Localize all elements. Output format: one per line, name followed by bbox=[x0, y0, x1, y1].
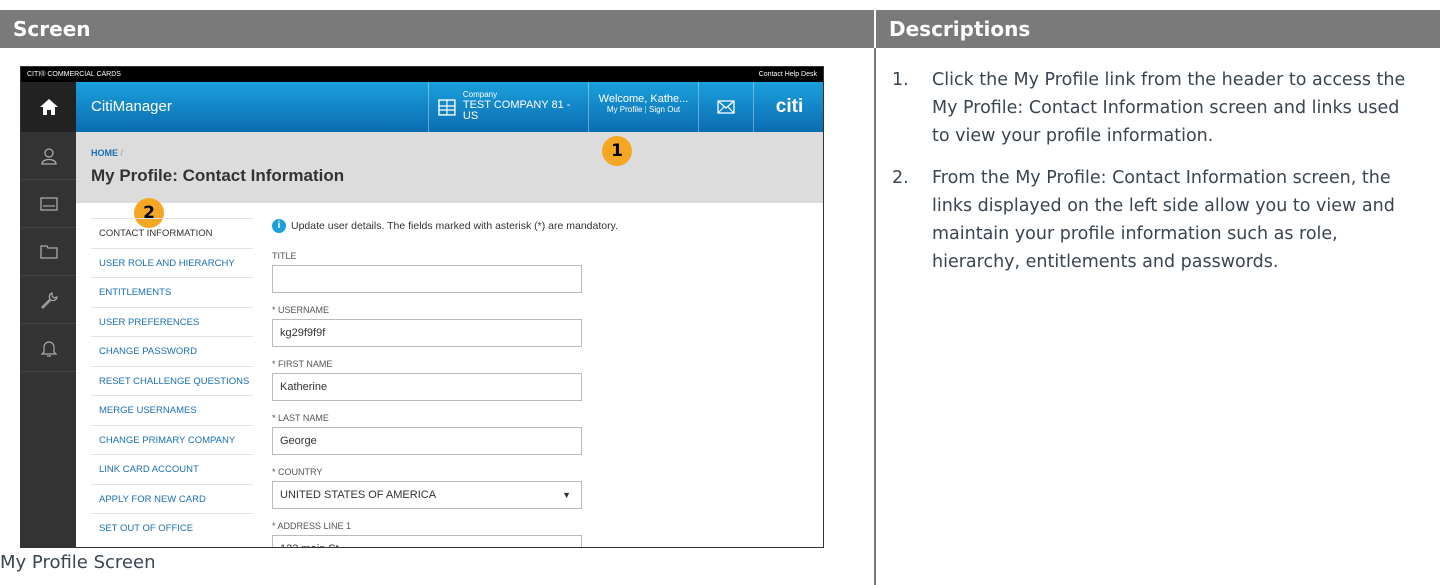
last-name-label: * LAST NAME bbox=[272, 413, 329, 423]
first-name-input[interactable]: Katherine bbox=[272, 373, 582, 401]
nav-profile[interactable] bbox=[21, 132, 76, 180]
wrench-icon bbox=[40, 291, 58, 309]
title-field: TITLE bbox=[272, 251, 592, 293]
breadcrumb-separator: / bbox=[120, 148, 124, 158]
info-message: i Update user details. The fields marked… bbox=[272, 217, 692, 235]
breadcrumb: HOME / bbox=[91, 148, 823, 158]
username-field: * USERNAME kg29f9f9f bbox=[272, 305, 592, 347]
company-selector[interactable]: Company TEST COMPANY 81 - US bbox=[428, 82, 588, 132]
screen-column-header: Screen bbox=[0, 10, 874, 48]
messages-button[interactable] bbox=[698, 82, 753, 132]
first-name-label: * FIRST NAME bbox=[272, 359, 333, 369]
home-button[interactable] bbox=[21, 82, 76, 132]
contact-help-desk-link[interactable]: Contact Help Desk bbox=[759, 67, 817, 82]
app-screenshot: CITI® COMMERCIAL CARDS Contact Help Desk… bbox=[20, 66, 824, 548]
info-icon: i bbox=[272, 219, 286, 233]
my-profile-link[interactable]: My Profile bbox=[607, 105, 643, 114]
country-field: * COUNTRY UNITED STATES OF AMERICA ▼ bbox=[272, 467, 592, 509]
company-value: TEST COMPANY 81 - US bbox=[462, 98, 571, 123]
card-icon bbox=[39, 196, 58, 211]
side-link-user-role-and-hierarchy[interactable]: USER ROLE AND HIERARCHY bbox=[91, 247, 253, 278]
nav-notifications[interactable] bbox=[21, 324, 76, 372]
bell-icon bbox=[40, 340, 57, 357]
folder-icon bbox=[39, 245, 58, 259]
app-name: CitiManager bbox=[91, 98, 172, 115]
title-input[interactable] bbox=[272, 265, 582, 293]
side-link-merge-usernames[interactable]: MERGE USERNAMES bbox=[91, 395, 253, 425]
side-link-change-password[interactable]: CHANGE PASSWORD bbox=[91, 336, 253, 366]
page-title: My Profile: Contact Information bbox=[91, 166, 345, 185]
description-item: 1. Click the My Profile link from the he… bbox=[892, 66, 1412, 150]
description-text: From the My Profile: Contact Information… bbox=[932, 168, 1395, 272]
side-link-entitlements[interactable]: ENTITLEMENTS bbox=[91, 277, 253, 307]
welcome-menu: Welcome, Kathe... My Profile | Sign Out bbox=[588, 82, 698, 132]
brand-strip-label: CITI® COMMERCIAL CARDS bbox=[27, 71, 121, 78]
nav-documents[interactable] bbox=[21, 228, 76, 276]
app-header: CitiManager Company TEST COMPANY 81 - US… bbox=[21, 82, 823, 132]
description-item: 2. From the My Profile: Contact Informat… bbox=[892, 164, 1412, 276]
column-divider bbox=[874, 48, 876, 585]
citi-logo: citi bbox=[753, 82, 823, 132]
info-text: Update user details. The fields marked w… bbox=[291, 220, 619, 232]
building-icon bbox=[438, 99, 456, 116]
description-number: 1. bbox=[892, 70, 909, 90]
screen-caption: My Profile Screen bbox=[0, 552, 156, 573]
profile-side-links: CONTACT INFORMATION USER ROLE AND HIERAR… bbox=[91, 218, 253, 543]
dropdown-caret-icon: ▼ bbox=[562, 490, 571, 500]
address-line-1-field: * ADDRESS LINE 1 123 main St bbox=[272, 521, 592, 547]
mail-icon bbox=[717, 100, 735, 114]
address-line-1-label: * ADDRESS LINE 1 bbox=[272, 521, 352, 531]
side-link-change-primary-company[interactable]: CHANGE PRIMARY COMPANY bbox=[91, 424, 253, 455]
side-link-reset-challenge-questions[interactable]: RESET CHALLENGE QUESTIONS bbox=[91, 365, 253, 396]
country-label: * COUNTRY bbox=[272, 467, 323, 477]
last-name-field: * LAST NAME George bbox=[272, 413, 592, 455]
welcome-user: Welcome, Kathe... bbox=[598, 93, 689, 105]
side-link-apply-for-new-card[interactable]: APPLY FOR NEW CARD bbox=[91, 483, 253, 514]
breadcrumb-home-link[interactable]: HOME bbox=[91, 148, 118, 158]
user-icon bbox=[40, 147, 57, 165]
country-select[interactable]: UNITED STATES OF AMERICA ▼ bbox=[272, 481, 582, 509]
side-link-user-preferences[interactable]: USER PREFERENCES bbox=[91, 306, 253, 337]
description-text: Click the My Profile link from the heade… bbox=[932, 70, 1406, 146]
instruction-table: Screen Descriptions CITI® COMMERCIAL CAR… bbox=[0, 0, 1440, 585]
callout-badge-1: 1 bbox=[602, 136, 632, 166]
username-input[interactable]: kg29f9f9f bbox=[272, 319, 582, 347]
side-link-link-card-account[interactable]: LINK CARD ACCOUNT bbox=[91, 454, 253, 484]
address-line-1-input[interactable]: 123 main St bbox=[272, 535, 582, 547]
username-label: * USERNAME bbox=[272, 305, 330, 315]
side-link-set-out-of-office[interactable]: SET OUT OF OFFICE bbox=[91, 513, 253, 543]
brand-strip: CITI® COMMERCIAL CARDS Contact Help Desk bbox=[21, 67, 823, 82]
side-navigation bbox=[21, 132, 76, 547]
title-label: TITLE bbox=[272, 251, 297, 261]
country-selected-value: UNITED STATES OF AMERICA bbox=[280, 489, 437, 501]
descriptions-list: 1. Click the My Profile link from the he… bbox=[892, 66, 1412, 290]
nav-tools[interactable] bbox=[21, 276, 76, 324]
page-title-bar: HOME / My Profile: Contact Information bbox=[76, 132, 823, 203]
sign-out-link[interactable]: Sign Out bbox=[649, 105, 680, 114]
descriptions-column-header: Descriptions bbox=[876, 10, 1440, 48]
first-name-field: * FIRST NAME Katherine bbox=[272, 359, 592, 401]
nav-cards[interactable] bbox=[21, 180, 76, 228]
home-icon bbox=[39, 99, 58, 115]
side-link-contact-information[interactable]: CONTACT INFORMATION bbox=[91, 218, 253, 248]
description-number: 2. bbox=[892, 168, 909, 188]
contact-form: i Update user details. The fields marked… bbox=[272, 217, 692, 547]
last-name-input[interactable]: George bbox=[272, 427, 582, 455]
